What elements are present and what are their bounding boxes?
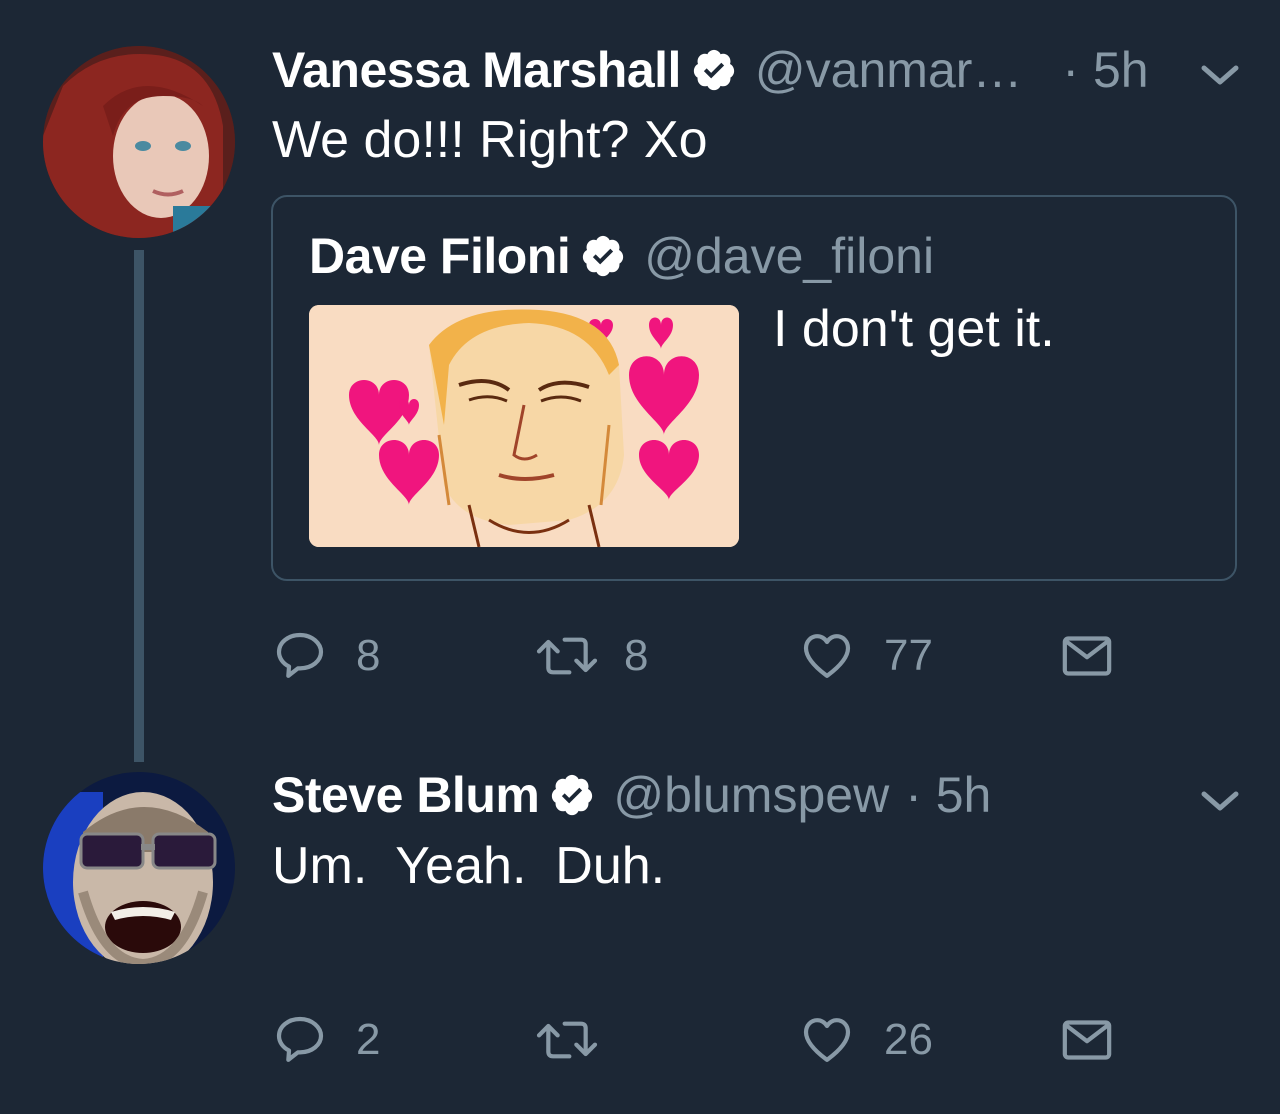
tweet-header: Steve Blum @blumspew · 5h	[272, 765, 991, 825]
direct-message-button[interactable]	[1058, 1012, 1116, 1068]
tweet-vanessa[interactable]: Vanessa Marshall @vanmar… · 5h We do!!! …	[0, 0, 1280, 720]
sketch-illustration	[309, 305, 739, 547]
quoted-tweet-text: I don't get it.	[773, 300, 1055, 358]
heart-icon	[803, 634, 851, 678]
envelope-icon	[1062, 636, 1112, 676]
quoted-tweet[interactable]: Dave Filoni @dave_filoni I don't get it.	[271, 195, 1237, 581]
quoted-tweet-header: Dave Filoni @dave_filoni	[309, 227, 934, 285]
retweet-button[interactable]	[534, 1012, 624, 1068]
verified-badge-icon	[693, 49, 735, 91]
reply-count: 8	[356, 631, 381, 680]
reply-icon	[276, 1016, 324, 1062]
avatar-image	[43, 772, 235, 964]
verified-badge-icon	[552, 774, 593, 816]
author-name[interactable]: Steve Blum	[272, 766, 540, 824]
like-button[interactable]: 77	[798, 628, 933, 684]
author-handle[interactable]: @blumspew	[613, 766, 889, 824]
avatar-image	[43, 46, 235, 238]
quoted-author-name: Dave Filoni	[309, 228, 571, 284]
author-handle[interactable]: @vanmar…	[755, 41, 1022, 99]
tweet-actions: 2 26	[272, 1012, 1172, 1072]
verified-badge-icon	[583, 235, 624, 277]
like-count: 77	[884, 631, 933, 680]
retweet-button[interactable]: 8	[534, 628, 648, 684]
retweet-icon	[536, 637, 598, 675]
envelope-icon	[1062, 1020, 1112, 1060]
tweet-steve[interactable]: Steve Blum @blumspew · 5h Um. Yeah. Duh.…	[0, 740, 1280, 1114]
avatar[interactable]	[43, 772, 235, 964]
tweet-text: We do!!! Right? Xo	[272, 111, 708, 169]
reply-button[interactable]: 2	[272, 1012, 380, 1068]
like-button[interactable]: 26	[798, 1012, 933, 1068]
like-count: 26	[884, 1015, 933, 1064]
avatar[interactable]	[43, 46, 235, 238]
reply-button[interactable]: 8	[272, 628, 380, 684]
quoted-author-handle: @dave_filoni	[644, 228, 935, 284]
tweet-header: Vanessa Marshall @vanmar… · 5h	[272, 40, 1149, 100]
chevron-down-icon[interactable]	[1198, 60, 1242, 90]
reply-icon	[276, 632, 324, 678]
author-name[interactable]: Vanessa Marshall	[272, 41, 681, 99]
retweet-icon	[536, 1021, 598, 1059]
tweet-text: Um. Yeah. Duh.	[272, 837, 666, 895]
reply-count: 2	[356, 1015, 381, 1064]
chevron-down-icon[interactable]	[1198, 786, 1242, 816]
timestamp[interactable]: · 5h	[905, 766, 991, 824]
heart-icon	[803, 1018, 851, 1062]
tweet-actions: 8 8 77	[272, 628, 1172, 688]
direct-message-button[interactable]	[1058, 628, 1116, 684]
timestamp[interactable]: · 5h	[1062, 41, 1148, 99]
quoted-tweet-image[interactable]	[309, 305, 739, 547]
retweet-count: 8	[624, 631, 649, 680]
